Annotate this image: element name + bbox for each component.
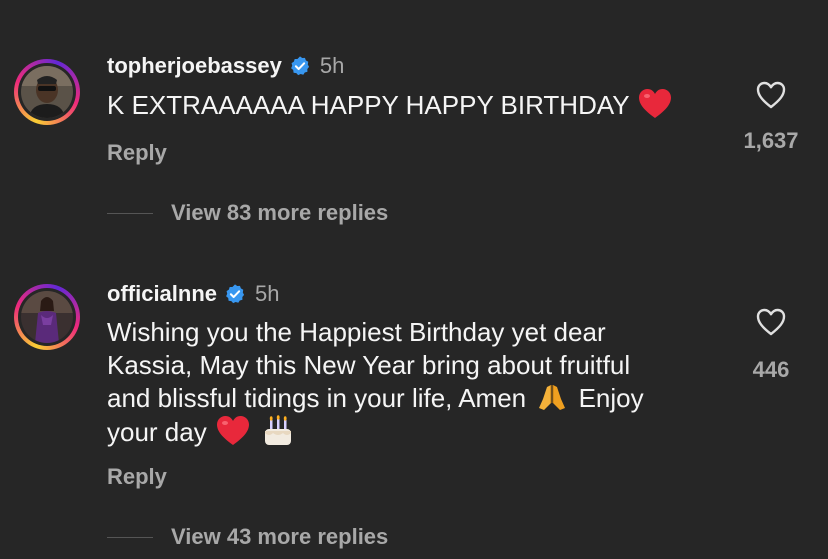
folded-hands-emoji-icon [535, 381, 569, 413]
red-heart-emoji-icon [216, 415, 250, 447]
view-more-replies-button[interactable]: View 83 more replies [107, 200, 388, 226]
like-heart-icon[interactable] [755, 307, 787, 337]
verified-badge-icon [289, 55, 311, 77]
comment-text: K EXTRAAAAAA HAPPY HAPPY BIRTHDAY [107, 88, 674, 122]
comment-time: 5h [255, 281, 280, 306]
comment-text-line: and blissful tidings in your life, Amen … [107, 381, 644, 415]
reply-button[interactable]: Reply [107, 140, 167, 166]
replies-divider [107, 536, 153, 538]
comment-text-line: Kassia, May this New Year bring about fr… [107, 349, 631, 380]
avatar-story-ring[interactable] [14, 59, 80, 125]
avatar-story-ring[interactable] [14, 284, 80, 350]
view-replies-label: View 43 more replies [171, 524, 389, 549]
view-replies-label: View 83 more replies [171, 200, 389, 225]
red-heart-emoji-icon [638, 88, 672, 120]
comment-text-line: Wishing you the Happiest Birthday yet de… [107, 317, 606, 347]
comment-text-line: your day [107, 414, 644, 449]
comment-text-fragment: your day [107, 416, 207, 447]
view-more-replies-button[interactable]: View 43 more replies [107, 524, 388, 550]
comment-text-fragment: Enjoy [578, 383, 644, 413]
username[interactable]: officialnne [107, 281, 217, 307]
avatar [21, 291, 73, 343]
like-count: 446 [752, 357, 790, 382]
comment-text-content: K EXTRAAAAAA HAPPY HAPPY BIRTHDAY [107, 90, 630, 120]
birthday-cake-emoji-icon [261, 414, 295, 447]
comment-time: 5h [319, 53, 345, 78]
like-count: 1,637 [743, 128, 799, 153]
username[interactable]: topherjoebassey [107, 53, 282, 79]
like-heart-icon[interactable] [755, 80, 787, 110]
replies-divider [107, 212, 153, 214]
comment-text: Wishing you the Happiest Birthday yet de… [107, 316, 644, 448]
comment-text-fragment: and blissful tidings in your life, Amen [107, 383, 527, 413]
avatar [21, 66, 73, 118]
verified-badge-icon [224, 283, 246, 305]
reply-button[interactable]: Reply [107, 464, 167, 490]
